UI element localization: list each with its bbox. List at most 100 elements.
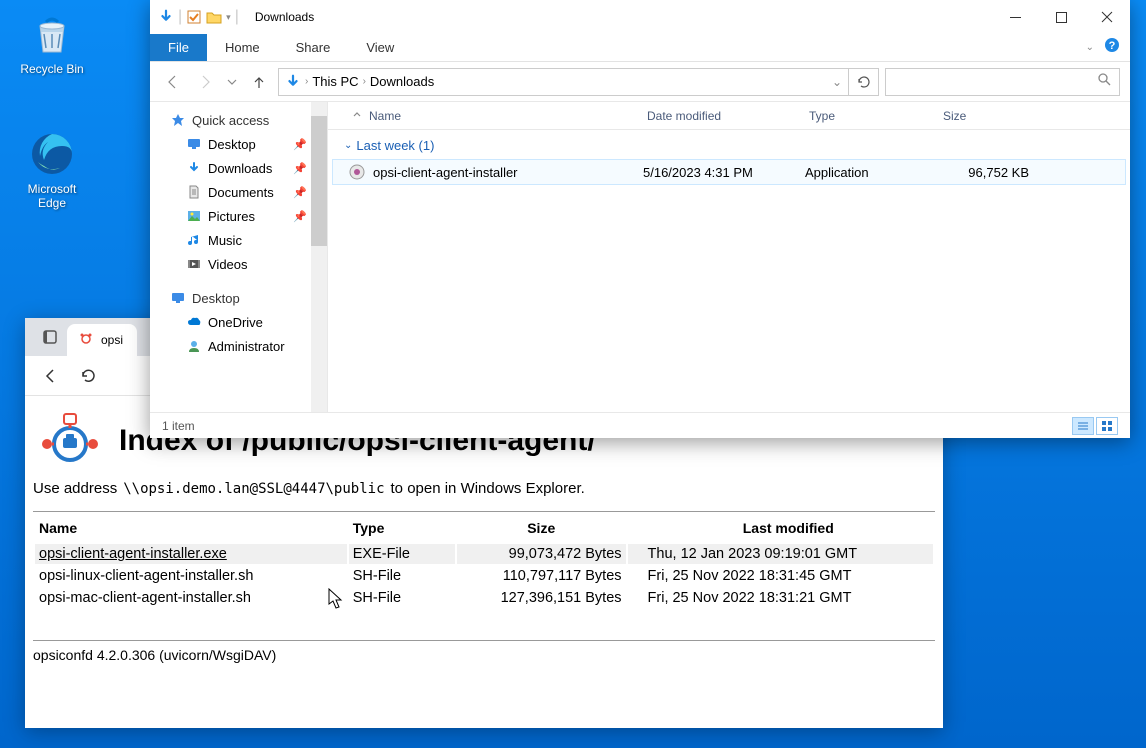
listing-modified: Fri, 25 Nov 2022 18:31:45 GMT (628, 566, 933, 586)
browser-tab[interactable]: opsi (67, 324, 137, 356)
sidebar-item-downloads[interactable]: Downloads📌 (150, 156, 327, 180)
col-name-header[interactable]: Name (35, 514, 347, 542)
listing-size: 127,396,151 Bytes (457, 588, 626, 608)
sidebar-onedrive[interactable]: OneDrive (150, 310, 327, 334)
chevron-down-icon[interactable]: ⌄ (832, 75, 842, 89)
browser-content: Index of /public/opsi-client-agent/ Use … (25, 396, 943, 728)
tab-title: opsi (101, 333, 123, 347)
edge-shortcut[interactable]: Microsoft Edge (14, 130, 90, 211)
music-icon (186, 232, 202, 248)
nav-back-button[interactable] (33, 359, 67, 393)
col-name[interactable]: Name (361, 109, 639, 123)
nav-up-button[interactable] (246, 69, 272, 95)
explorer-titlebar[interactable]: | ▾ | Downloads (150, 0, 1130, 34)
help-icon[interactable]: ? (1104, 37, 1120, 58)
sidebar-desktop[interactable]: Desktop (150, 286, 327, 310)
ribbon-share-tab[interactable]: Share (278, 34, 349, 61)
sidebar-item-music[interactable]: Music (150, 228, 327, 252)
unc-path: \\opsi.demo.lan@SSL@4447\public (123, 481, 384, 497)
file-listing-table: Name Type Size Last modified opsi-client… (33, 511, 935, 610)
ribbon-home-tab[interactable]: Home (207, 34, 278, 61)
page-subtitle: Use address \\opsi.demo.lan@SSL@4447\pub… (33, 480, 935, 497)
pin-icon: 📌 (293, 210, 307, 223)
tab-list-button[interactable] (33, 318, 67, 356)
recycle-bin-icon (28, 10, 76, 58)
chevron-down-icon: ⌄ (344, 140, 352, 151)
sidebar-administrator[interactable]: Administrator (150, 334, 327, 358)
breadcrumb-root[interactable]: This PC (312, 74, 358, 89)
installer-icon (349, 164, 365, 180)
search-box[interactable] (885, 68, 1120, 96)
sidebar-quick-access[interactable]: Quick access (150, 108, 327, 132)
listing-modified: Fri, 25 Nov 2022 18:31:21 GMT (628, 588, 933, 608)
pin-icon: 📌 (293, 162, 307, 175)
page-footer: opsiconfd 4.2.0.306 (uvicorn/WsgiDAV) (33, 640, 935, 663)
recycle-bin[interactable]: Recycle Bin (14, 10, 90, 76)
listing-size: 110,797,117 Bytes (457, 566, 626, 586)
sidebar-item-videos[interactable]: Videos (150, 252, 327, 276)
qat-newfolder-icon[interactable] (206, 9, 222, 25)
address-box[interactable]: › This PC › Downloads ⌄ (278, 68, 849, 96)
close-button[interactable] (1084, 0, 1130, 34)
nav-forward-button[interactable] (192, 69, 218, 95)
sidebar-item-desktop[interactable]: Desktop📌 (150, 132, 327, 156)
documents-icon (186, 184, 202, 200)
sidebar-item-pictures[interactable]: Pictures📌 (150, 204, 327, 228)
listing-type: SH-File (349, 588, 455, 608)
window-title: Downloads (255, 10, 992, 24)
col-size[interactable]: Size (935, 109, 1025, 123)
maximize-button[interactable] (1038, 0, 1084, 34)
listing-name: opsi-mac-client-agent-installer.sh (35, 588, 347, 608)
file-row[interactable]: opsi-client-agent-installer 5/16/2023 4:… (332, 159, 1126, 185)
ribbon-view-tab[interactable]: View (348, 34, 412, 61)
col-modified[interactable]: Date modified (639, 109, 801, 123)
downloads-icon (285, 74, 301, 90)
sidebar-item-documents[interactable]: Documents📌 (150, 180, 327, 204)
user-icon (186, 338, 202, 354)
pictures-icon (186, 208, 202, 224)
col-type-header[interactable]: Type (349, 514, 455, 542)
pin-icon: 📌 (293, 186, 307, 199)
col-sort-icon[interactable] (344, 109, 361, 123)
ribbon-expand-icon[interactable]: ⌄ (1086, 42, 1094, 53)
listing-type: EXE-File (349, 544, 455, 564)
nav-history-button[interactable] (224, 69, 240, 95)
tab-favicon (79, 332, 93, 349)
file-name-text: opsi-client-agent-installer (373, 165, 518, 180)
desktop-icon (186, 136, 202, 152)
nav-refresh-button[interactable] (71, 359, 105, 393)
view-icons-button[interactable] (1096, 417, 1118, 435)
minimize-button[interactable] (992, 0, 1038, 34)
group-header[interactable]: ⌄ Last week (1) (328, 132, 1130, 159)
listing-row[interactable]: opsi-linux-client-agent-installer.sh SH-… (35, 566, 933, 586)
listing-name: opsi-client-agent-installer.exe (35, 544, 347, 564)
ribbon-file-tab[interactable]: File (150, 34, 207, 61)
listing-modified: Thu, 12 Jan 2023 09:19:01 GMT (628, 544, 933, 564)
svg-text:?: ? (1109, 40, 1116, 52)
listing-name: opsi-linux-client-agent-installer.sh (35, 566, 347, 586)
breadcrumb-folder[interactable]: Downloads (370, 74, 434, 89)
file-size: 96,752 KB (939, 165, 1029, 180)
explorer-window: | ▾ | Downloads File Home Share (150, 0, 1130, 438)
col-modified-header[interactable]: Last modified (628, 514, 933, 542)
qat-properties-icon[interactable] (186, 9, 202, 25)
explorer-columns: Name Date modified Type Size (328, 102, 1130, 130)
status-text: 1 item (162, 419, 195, 433)
chevron-right-icon[interactable]: › (305, 76, 308, 87)
edge-icon (28, 130, 76, 178)
col-size-header[interactable]: Size (457, 514, 626, 542)
subtitle-prefix: Use address (33, 480, 117, 497)
listing-row[interactable]: opsi-mac-client-agent-installer.sh SH-Fi… (35, 588, 933, 608)
qat-dropdown-icon[interactable]: ▾ (226, 12, 231, 23)
videos-icon (186, 256, 202, 272)
star-icon (170, 112, 186, 128)
col-type[interactable]: Type (801, 109, 935, 123)
listing-type: SH-File (349, 566, 455, 586)
downloads-icon (158, 9, 174, 25)
chevron-right-icon[interactable]: › (363, 76, 366, 87)
refresh-button[interactable] (849, 68, 879, 96)
listing-size: 99,073,472 Bytes (457, 544, 626, 564)
listing-row[interactable]: opsi-client-agent-installer.exe EXE-File… (35, 544, 933, 564)
view-details-button[interactable] (1072, 417, 1094, 435)
nav-back-button[interactable] (160, 69, 186, 95)
